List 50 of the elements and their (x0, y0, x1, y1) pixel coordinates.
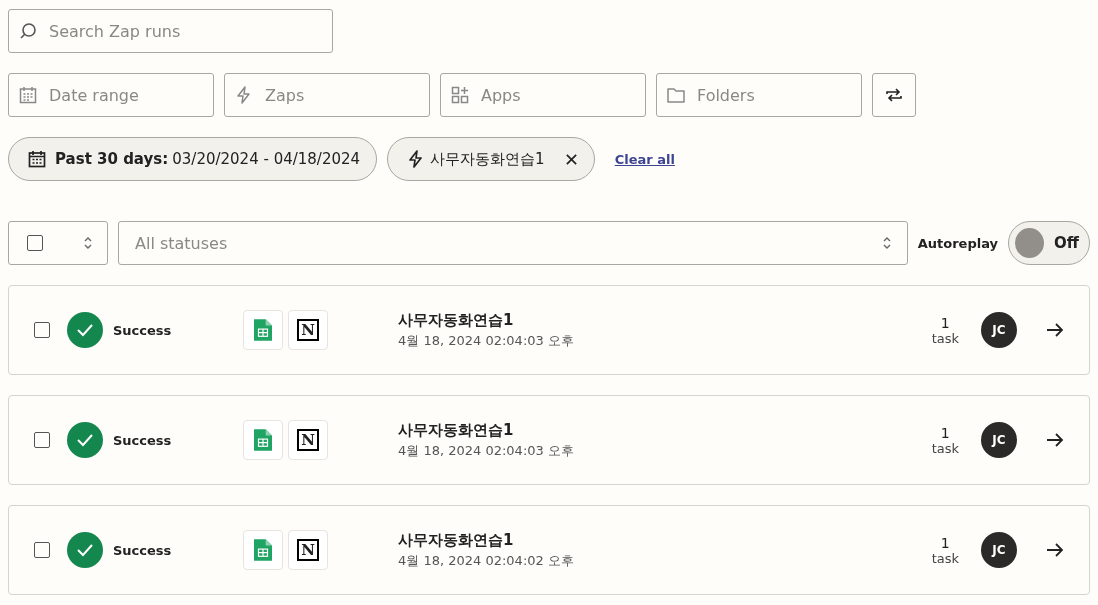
task-count: 1 (940, 534, 950, 551)
clear-all-link[interactable]: Clear all (614, 151, 675, 167)
status-label: Success (113, 432, 173, 448)
user-avatar: JC (981, 312, 1017, 348)
user-avatar: JC (981, 532, 1017, 568)
close-icon[interactable] (564, 152, 578, 166)
filter-field[interactable]: Zaps (224, 73, 430, 117)
spreadsheet-app-icon (243, 530, 283, 570)
task-unit: task (931, 440, 959, 456)
spreadsheet-app-icon (243, 420, 283, 460)
filter-field[interactable]: Date range (8, 73, 214, 117)
status-dropdown[interactable]: All statuses (118, 221, 908, 265)
sort-caret-icon (881, 236, 892, 250)
autoreplay-label: Autoreplay (917, 235, 998, 251)
notion-app-icon: N (288, 420, 328, 460)
task-count: 1 (940, 424, 950, 441)
notion-app-icon: N (288, 310, 328, 350)
task-unit: task (931, 330, 959, 346)
task-unit: task (931, 550, 959, 566)
run-time: 4월 18, 2024 02:04:02 오후 (398, 551, 575, 570)
filter-chip[interactable]: Past 30 days: 03/20/2024 - 04/18/2024 (8, 137, 378, 181)
user-avatar: JC (981, 422, 1017, 458)
checkbox[interactable] (27, 235, 43, 251)
notion-app-icon: N (288, 530, 328, 570)
chip-value: 사무자동화연습1 (430, 149, 545, 169)
sort-caret-icon (83, 236, 93, 250)
search-field[interactable]: Search Zap runs (8, 9, 333, 53)
checkbox[interactable] (34, 542, 50, 558)
zap-name: 사무자동화연습1 (398, 420, 515, 440)
check-circle-icon (67, 312, 103, 348)
status-label: Success (113, 542, 173, 558)
checkbox[interactable] (34, 432, 50, 448)
autoreplay-toggle[interactable]: Off (1008, 221, 1090, 265)
status-label: Success (113, 322, 173, 338)
task-count: 1 (940, 314, 950, 331)
calendar-icon (27, 149, 47, 169)
filter-field[interactable]: Folders (656, 73, 862, 117)
run-time: 4월 18, 2024 02:04:03 오후 (398, 441, 575, 460)
checkbox[interactable] (34, 322, 50, 338)
run-time: 4월 18, 2024 02:04:03 오후 (398, 331, 575, 350)
check-circle-icon (67, 532, 103, 568)
zap-name: 사무자동화연습1 (398, 310, 515, 330)
check-circle-icon (67, 422, 103, 458)
chip-label: Past 30 days: (55, 150, 169, 168)
filter-field[interactable]: Apps (440, 73, 646, 117)
chip-value: 03/20/2024 - 04/18/2024 (172, 150, 361, 168)
spreadsheet-app-icon (243, 310, 283, 350)
filter-chip[interactable]: 사무자동화연습1 (387, 137, 595, 181)
refresh-button[interactable] (872, 73, 916, 117)
zap-name: 사무자동화연습1 (398, 530, 515, 550)
